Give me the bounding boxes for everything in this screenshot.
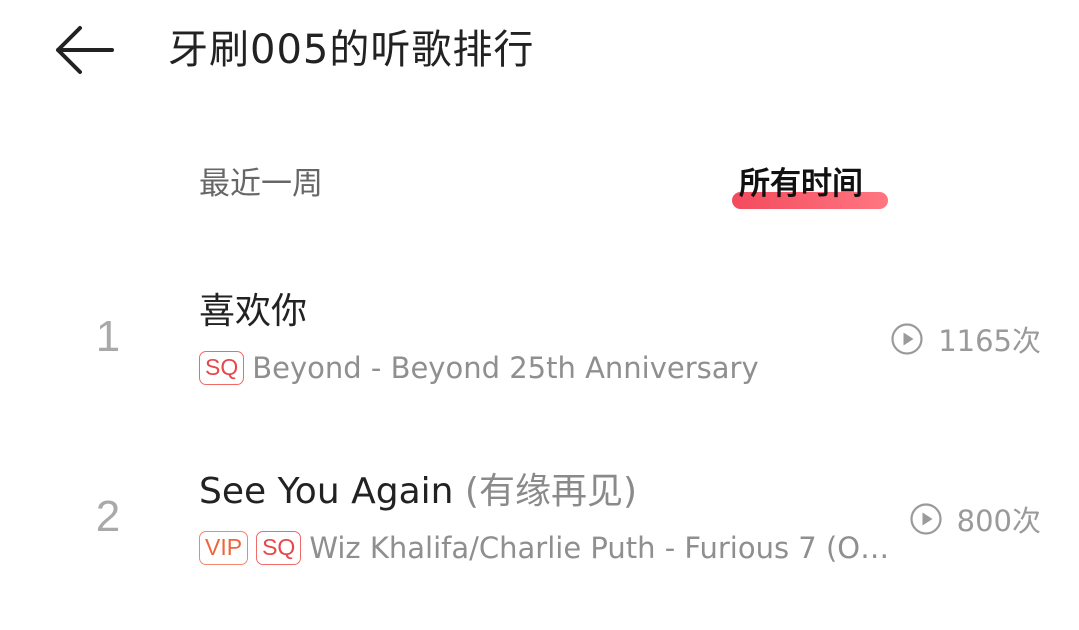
rank-number: 1 xyxy=(95,312,121,361)
page-title: 牙刷005的听歌排行 xyxy=(168,27,535,73)
play-count-text: 1165次 xyxy=(938,324,1041,358)
listening-ranking-page: 牙刷005的听歌排行 最近一周 所有时间 1 喜欢你 SQ Beyond - B… xyxy=(0,0,1079,630)
artist-album: Wiz Khalifa/Charlie Puth - Furious 7 (Or… xyxy=(309,531,899,565)
song-meta: VIP SQ Wiz Khalifa/Charlie Puth - Furiou… xyxy=(199,528,899,568)
back-button[interactable] xyxy=(50,20,120,80)
time-range-tabs: 最近一周 所有时间 xyxy=(0,150,1079,220)
vip-badge: VIP xyxy=(199,531,249,565)
song-title-text: See You Again xyxy=(199,471,454,512)
song-alias: (有缘再见) xyxy=(464,471,637,512)
header: 牙刷005的听歌排行 xyxy=(0,0,1079,100)
arrow-left-icon xyxy=(56,26,114,74)
tab-label: 最近一周 xyxy=(199,166,323,202)
tab-label: 所有时间 xyxy=(739,166,863,202)
song-title: 喜欢你 xyxy=(199,288,307,336)
play-circle-icon xyxy=(891,323,923,355)
list-item[interactable]: 1 喜欢你 SQ Beyond - Beyond 25th Anniversar… xyxy=(0,270,1079,450)
list-item[interactable]: 2 See You Again (有缘再见) VIP SQ Wiz Khalif… xyxy=(0,450,1079,630)
sq-badge: SQ xyxy=(199,351,245,385)
play-count: 1165次 xyxy=(890,318,1041,360)
song-title-text: 喜欢你 xyxy=(199,291,308,332)
play-circle-icon xyxy=(910,503,942,535)
play-count: 800次 xyxy=(909,498,1041,540)
artist-album: Beyond - Beyond 25th Anniversary xyxy=(252,351,759,385)
song-meta: SQ Beyond - Beyond 25th Anniversary xyxy=(199,348,759,388)
tab-all-time[interactable]: 所有时间 xyxy=(739,162,863,206)
song-title: See You Again (有缘再见) xyxy=(199,468,637,516)
play-count-text: 800次 xyxy=(956,504,1041,538)
song-list: 1 喜欢你 SQ Beyond - Beyond 25th Anniversar… xyxy=(0,270,1079,630)
rank-number: 2 xyxy=(95,492,121,541)
tab-recent-week[interactable]: 最近一周 xyxy=(199,162,323,206)
sq-badge: SQ xyxy=(256,531,302,565)
